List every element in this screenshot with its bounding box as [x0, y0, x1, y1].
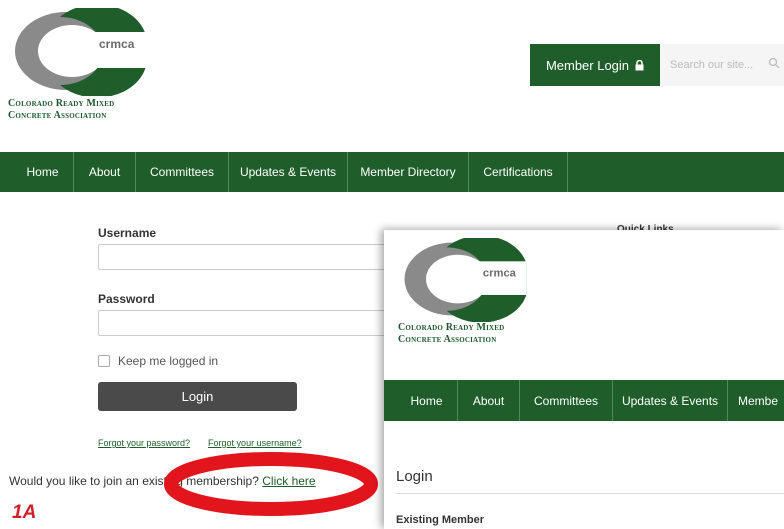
password-input[interactable]	[98, 310, 390, 336]
logo-wordmark: Colorado Ready Mixed Concrete Associatio…	[8, 98, 158, 122]
nav-about[interactable]: About	[74, 152, 136, 192]
username-input[interactable]	[98, 244, 390, 270]
nav-front-spacer	[384, 380, 396, 421]
logo-front-line-2: Concrete Association	[398, 334, 497, 345]
nav-member-directory[interactable]: Member Directory	[348, 152, 469, 192]
forgot-username-link[interactable]: Forgot your username?	[208, 438, 302, 448]
logo-wordmark-front: Colorado Ready Mixed Concrete Associatio…	[398, 322, 538, 346]
crmca-logo[interactable]: crmca Colorado Ready Mixed Concrete Asso…	[8, 8, 158, 122]
password-label: Password	[98, 292, 155, 306]
login-heading: Login	[396, 468, 433, 485]
logo-line-2: Concrete Association	[8, 110, 107, 121]
existing-member-heading: Existing Member	[396, 514, 485, 526]
username-label: Username	[98, 226, 157, 240]
search-icon[interactable]	[768, 56, 780, 74]
remember-label: Keep me logged in	[118, 354, 219, 368]
nav-committees[interactable]: Committees	[136, 152, 229, 192]
nav-home[interactable]: Home	[12, 152, 74, 192]
nav-front-home[interactable]: Home	[396, 380, 458, 421]
nav-front-membership[interactable]: Membe	[728, 380, 784, 421]
logo-front-line-1: Colorado Ready Mixed	[398, 322, 505, 333]
remember-me[interactable]: Keep me logged in	[98, 354, 398, 368]
join-membership-text: Would you like to join an existing membe…	[9, 474, 316, 488]
svg-text:crmca: crmca	[99, 37, 135, 51]
nav-updates-events[interactable]: Updates & Events	[229, 152, 348, 192]
member-login-label: Member Login	[545, 57, 630, 73]
nav-certifications[interactable]: Certifications	[469, 152, 568, 192]
login-button[interactable]: Login	[98, 382, 297, 411]
login-divider	[396, 493, 784, 494]
svg-text:crmca: crmca	[483, 267, 517, 279]
nav-front-updates-events[interactable]: Updates & Events	[613, 380, 728, 421]
step-label: 1A	[12, 502, 37, 523]
forgot-links: Forgot your password? Forgot your userna…	[98, 438, 302, 448]
remember-checkbox[interactable]	[98, 355, 110, 367]
member-login-button[interactable]: Member Login	[530, 44, 660, 86]
main-nav: Home About Committees Updates & Events M…	[0, 152, 784, 192]
logo-line-1: Colorado Ready Mixed	[8, 98, 115, 109]
main-nav-front: Home About Committees Updates & Events M…	[384, 380, 784, 421]
join-click-here-link[interactable]: Click here	[262, 474, 315, 488]
login-form: Username Password Keep me logged in Logi…	[98, 226, 398, 411]
crmca-logo-mark-front: crmca	[404, 238, 527, 322]
crmca-logo-mark: crmca	[15, 8, 146, 96]
login-page-front: crmca Colorado Ready Mixed Concrete Asso…	[384, 230, 784, 529]
crmca-logo-front[interactable]: crmca Colorado Ready Mixed Concrete Asso…	[398, 238, 538, 346]
forgot-password-link[interactable]: Forgot your password?	[98, 438, 190, 448]
search-input[interactable]	[670, 59, 762, 71]
lock-icon	[635, 59, 644, 71]
nav-front-committees[interactable]: Committees	[520, 380, 613, 421]
nav-front-about[interactable]: About	[458, 380, 520, 421]
search-box	[660, 44, 784, 86]
join-prompt: Would you like to join an existing membe…	[9, 474, 263, 488]
